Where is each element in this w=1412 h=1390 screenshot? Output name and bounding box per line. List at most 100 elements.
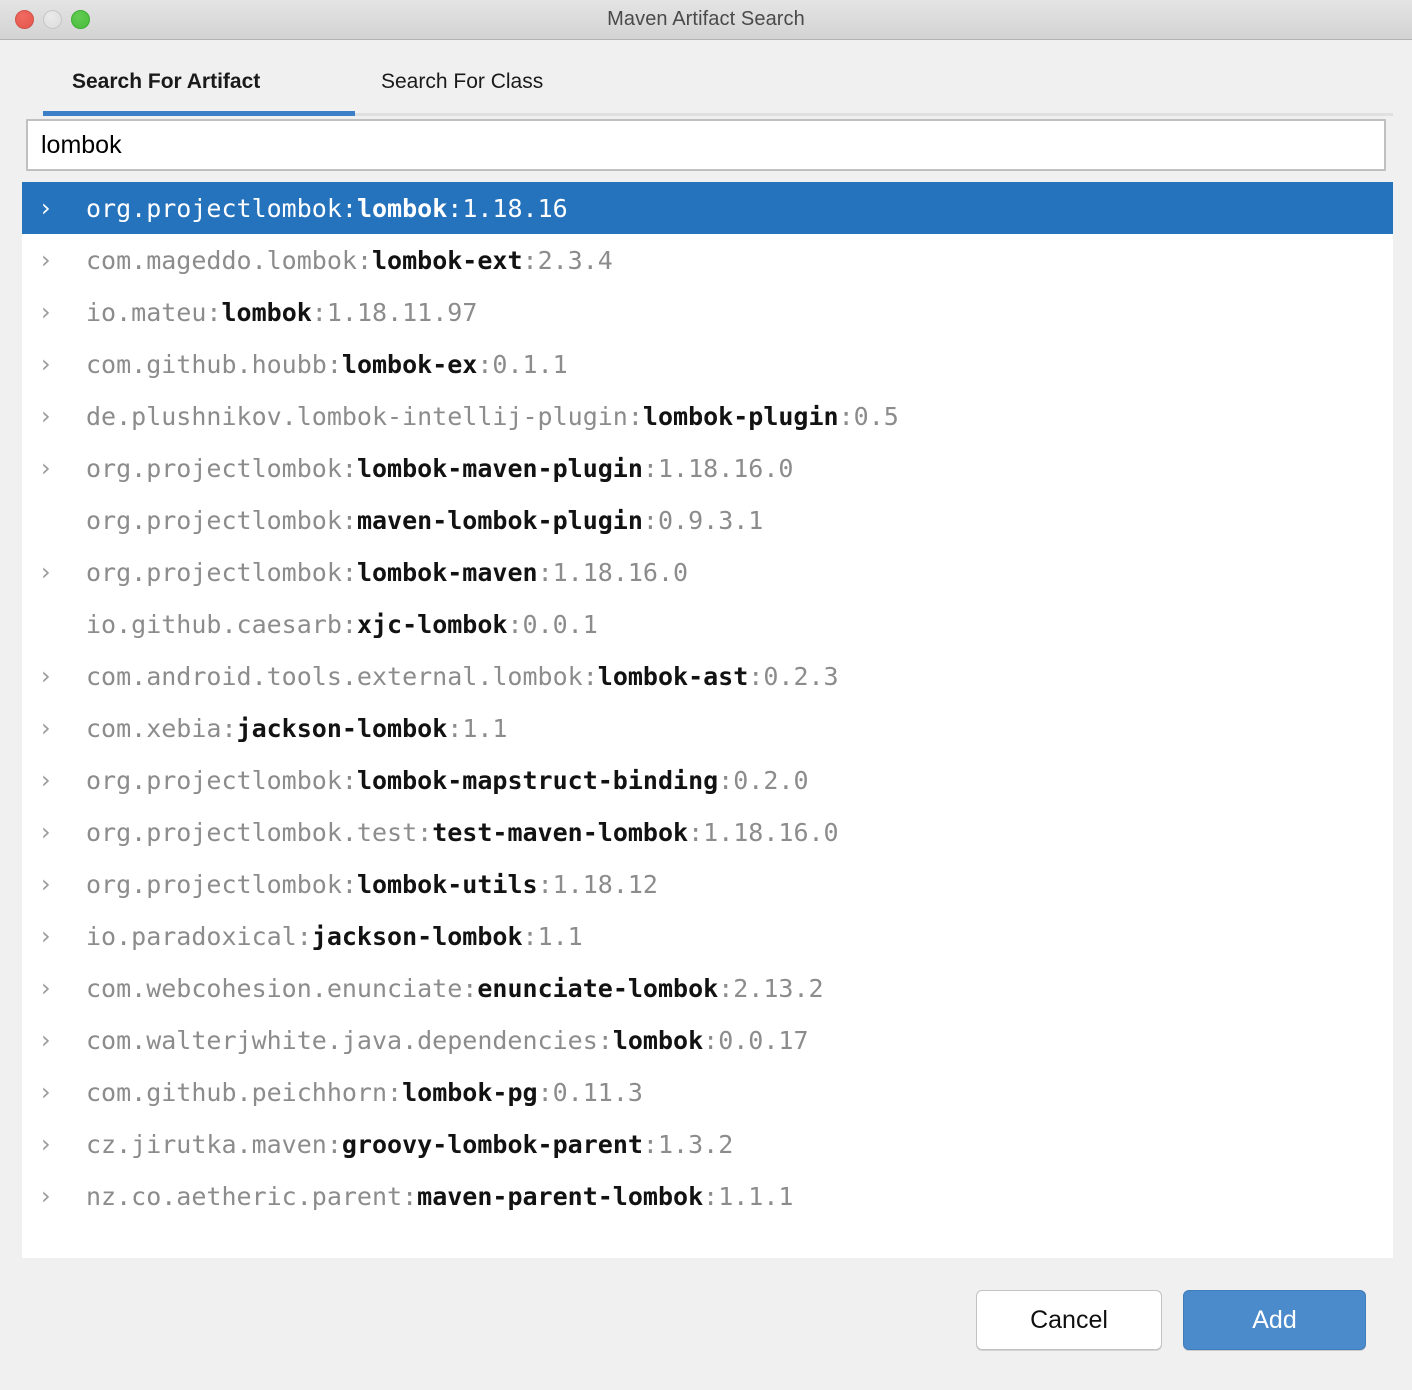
add-button[interactable]: Add: [1183, 1290, 1366, 1350]
result-row[interactable]: ›com.xebia:jackson-lombok:1.1: [22, 702, 1393, 754]
chevron-right-icon[interactable]: ›: [22, 1080, 86, 1104]
artifact-id: groovy-lombok-parent: [342, 1130, 643, 1159]
result-row[interactable]: io.github.caesarb:xjc-lombok:0.0.1: [22, 598, 1393, 650]
coordinate-separator: :: [598, 1026, 613, 1055]
artifact-version: 0.11.3: [553, 1078, 643, 1107]
result-row[interactable]: ›org.projectlombok:lombok-maven:1.18.16.…: [22, 546, 1393, 598]
group-id: com.walterjwhite.java.dependencies: [86, 1026, 598, 1055]
result-row[interactable]: ›io.mateu:lombok:1.18.11.97: [22, 286, 1393, 338]
artifact-coordinate: nz.co.aetheric.parent:maven-parent-lombo…: [86, 1182, 793, 1211]
result-row[interactable]: ›de.plushnikov.lombok-intellij-plugin:lo…: [22, 390, 1393, 442]
chevron-right-icon[interactable]: ›: [22, 976, 86, 1000]
coordinate-separator: :: [462, 974, 477, 1003]
chevron-right-icon[interactable]: ›: [22, 820, 86, 844]
group-id: org.projectlombok: [86, 454, 342, 483]
chevron-right-icon[interactable]: ›: [22, 1184, 86, 1208]
tab-search-for-artifact[interactable]: Search For Artifact: [72, 70, 260, 94]
maximize-button[interactable]: [71, 10, 90, 29]
tab-search-for-class[interactable]: Search For Class: [381, 70, 543, 94]
artifact-coordinate: org.projectlombok:lombok-maven:1.18.16.0: [86, 558, 688, 587]
coordinate-separator: :: [327, 1130, 342, 1159]
result-row[interactable]: ›com.mageddo.lombok:lombok-ext:2.3.4: [22, 234, 1393, 286]
chevron-right-icon[interactable]: ›: [22, 1028, 86, 1052]
artifact-id: lombok-ext: [372, 246, 523, 275]
coordinate-separator: :: [387, 1078, 402, 1107]
artifact-version: 0.9.3.1: [658, 506, 763, 535]
chevron-right-icon[interactable]: ›: [22, 196, 86, 220]
coordinate-separator: :: [342, 454, 357, 483]
chevron-right-icon[interactable]: ›: [22, 768, 86, 792]
artifact-coordinate: com.walterjwhite.java.dependencies:lombo…: [86, 1026, 809, 1055]
search-field-container: [0, 119, 1412, 182]
artifact-id: lombok: [613, 1026, 703, 1055]
result-row[interactable]: ›org.projectlombok:lombok:1.18.16: [22, 182, 1393, 234]
window-title: Maven Artifact Search: [0, 8, 1412, 31]
artifact-coordinate: com.github.peichhorn:lombok-pg:0.11.3: [86, 1078, 643, 1107]
result-row[interactable]: ›org.projectlombok:lombok-mapstruct-bind…: [22, 754, 1393, 806]
result-row[interactable]: ›cz.jirutka.maven:groovy-lombok-parent:1…: [22, 1118, 1393, 1170]
chevron-right-icon[interactable]: ›: [22, 300, 86, 324]
artifact-version: 1.1: [538, 922, 583, 951]
artifact-coordinate: com.webcohesion.enunciate:enunciate-lomb…: [86, 974, 824, 1003]
result-row[interactable]: ›org.projectlombok:lombok-maven-plugin:1…: [22, 442, 1393, 494]
cancel-button[interactable]: Cancel: [976, 1290, 1162, 1350]
artifact-version: 0.5: [854, 402, 899, 431]
search-results-list[interactable]: ›org.projectlombok:lombok:1.18.16›com.ma…: [22, 182, 1393, 1258]
minimize-button[interactable]: [43, 10, 62, 29]
coordinate-separator: :: [643, 1130, 658, 1159]
coordinate-separator: :: [523, 922, 538, 951]
coordinate-separator: :: [447, 194, 462, 223]
group-id: org.projectlombok: [86, 766, 342, 795]
coordinate-separator: :: [221, 714, 236, 743]
coordinate-separator: :: [447, 714, 462, 743]
group-id: org.projectlombok: [86, 194, 342, 223]
result-row[interactable]: ›nz.co.aetheric.parent:maven-parent-lomb…: [22, 1170, 1393, 1222]
result-row[interactable]: ›io.paradoxical:jackson-lombok:1.1: [22, 910, 1393, 962]
chevron-right-icon[interactable]: ›: [22, 248, 86, 272]
result-row[interactable]: ›com.github.peichhorn:lombok-pg:0.11.3: [22, 1066, 1393, 1118]
artifact-id: test-maven-lombok: [432, 818, 688, 847]
chevron-right-icon[interactable]: ›: [22, 1132, 86, 1156]
result-row[interactable]: ›com.webcohesion.enunciate:enunciate-lom…: [22, 962, 1393, 1014]
group-id: org.projectlombok: [86, 506, 342, 535]
chevron-right-icon[interactable]: ›: [22, 664, 86, 688]
chevron-right-icon[interactable]: ›: [22, 560, 86, 584]
coordinate-separator: :: [718, 766, 733, 795]
tab-active-indicator: [43, 111, 355, 116]
artifact-version: 1.18.16: [462, 194, 567, 223]
group-id: com.android.tools.external.lombok: [86, 662, 583, 691]
artifact-version: 1.18.16.0: [553, 558, 688, 587]
result-row[interactable]: ›com.walterjwhite.java.dependencies:lomb…: [22, 1014, 1393, 1066]
coordinate-separator: :: [703, 1026, 718, 1055]
group-id: org.projectlombok: [86, 558, 342, 587]
group-id: de.plushnikov.lombok-intellij-plugin: [86, 402, 628, 431]
coordinate-separator: :: [297, 922, 312, 951]
result-row[interactable]: ›org.projectlombok:lombok-utils:1.18.12: [22, 858, 1393, 910]
artifact-coordinate: org.projectlombok:lombok:1.18.16: [86, 194, 568, 223]
chevron-right-icon[interactable]: ›: [22, 872, 86, 896]
chevron-right-icon[interactable]: ›: [22, 924, 86, 948]
coordinate-separator: :: [357, 246, 372, 275]
result-row[interactable]: ›com.github.houbb:lombok-ex:0.1.1: [22, 338, 1393, 390]
maven-artifact-search-dialog: Maven Artifact Search Search For Artifac…: [0, 0, 1412, 1390]
artifact-id: maven-lombok-plugin: [357, 506, 643, 535]
chevron-right-icon[interactable]: ›: [22, 352, 86, 376]
chevron-right-icon[interactable]: ›: [22, 404, 86, 428]
result-row[interactable]: ›org.projectlombok.test:test-maven-lombo…: [22, 806, 1393, 858]
artifact-coordinate: org.projectlombok:lombok-maven-plugin:1.…: [86, 454, 793, 483]
close-button[interactable]: [15, 10, 34, 29]
chevron-right-icon[interactable]: ›: [22, 456, 86, 480]
result-row[interactable]: ›com.android.tools.external.lombok:lombo…: [22, 650, 1393, 702]
search-input[interactable]: [26, 119, 1386, 171]
artifact-version: 1.3.2: [658, 1130, 733, 1159]
artifact-coordinate: com.xebia:jackson-lombok:1.1: [86, 714, 507, 743]
coordinate-separator: :: [327, 350, 342, 379]
coordinate-separator: :: [703, 1182, 718, 1211]
result-row[interactable]: org.projectlombok:maven-lombok-plugin:0.…: [22, 494, 1393, 546]
artifact-coordinate: de.plushnikov.lombok-intellij-plugin:lom…: [86, 402, 899, 431]
artifact-coordinate: com.mageddo.lombok:lombok-ext:2.3.4: [86, 246, 613, 275]
tab-bar: Search For Artifact Search For Class: [0, 40, 1412, 119]
coordinate-separator: :: [538, 870, 553, 899]
group-id: com.github.peichhorn: [86, 1078, 387, 1107]
chevron-right-icon[interactable]: ›: [22, 716, 86, 740]
